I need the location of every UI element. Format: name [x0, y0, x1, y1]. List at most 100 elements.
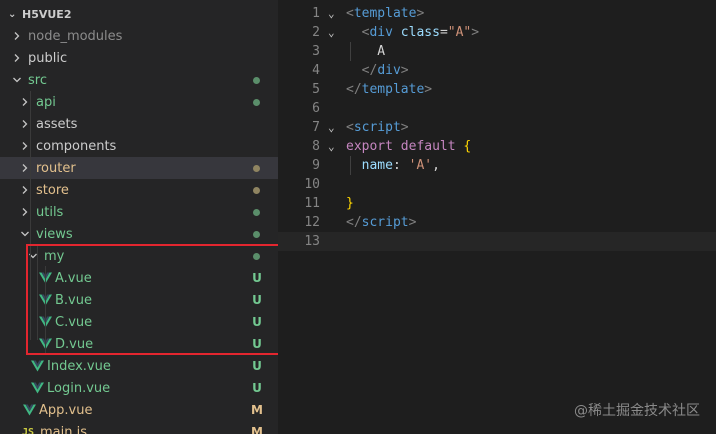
git-status-dot [253, 253, 260, 260]
explorer-root-header[interactable]: ⌄ H5VUE2 [8, 6, 71, 24]
file-tree-label: router [36, 160, 76, 176]
file-tree-label: App.vue [39, 402, 93, 418]
code-line[interactable]: 13 [278, 232, 716, 251]
git-status-dot [253, 77, 260, 84]
line-number: 3 [312, 44, 320, 59]
file-tree-label: api [36, 94, 56, 110]
line-number: 4 [312, 63, 320, 78]
code-line[interactable]: 9 name: 'A', [278, 156, 716, 175]
code-text: </div> [361, 63, 409, 78]
code-line[interactable]: 12 </script> [278, 213, 716, 232]
line-number: 8 [312, 139, 320, 154]
file-login-vue[interactable]: Login.vue U [0, 377, 278, 399]
code-editor[interactable]: 1 ⌄ <template> 2 ⌄ <div class="A"> 3 A4 </div… [278, 0, 716, 434]
code-line[interactable]: 10 [278, 175, 716, 194]
folder-assets[interactable]: assets [0, 113, 278, 135]
file-tree-label: Index.vue [47, 358, 111, 374]
git-status-dot [253, 231, 260, 238]
js-file-icon: JS [22, 426, 35, 434]
git-status-badge: U [252, 359, 262, 373]
code-line[interactable]: 6 [278, 99, 716, 118]
chevron-right-icon[interactable] [10, 53, 24, 63]
file-tree-label: utils [36, 204, 64, 220]
fold-chevron-icon[interactable]: ⌄ [328, 23, 340, 42]
folder-my[interactable]: my [0, 245, 278, 267]
code-text: export default { [346, 139, 472, 154]
chevron-down-icon[interactable] [10, 75, 24, 85]
code-text: <script> [346, 120, 409, 135]
code-text: } [346, 196, 354, 211]
folder-router[interactable]: router [0, 157, 278, 179]
line-number: 9 [312, 158, 320, 173]
file-a-vue[interactable]: A.vue U [0, 267, 278, 289]
line-number: 10 [304, 177, 320, 192]
git-status-dot [253, 99, 260, 106]
folder-public[interactable]: public [0, 47, 278, 69]
file-tree-label: public [28, 50, 68, 66]
line-number: 2 [312, 25, 320, 40]
folder-src[interactable]: src [0, 69, 278, 91]
file-tree-label: Login.vue [47, 380, 111, 396]
code-line[interactable]: 8 ⌄ export default { [278, 137, 716, 156]
file-tree-label: main.js [40, 424, 87, 434]
folder-components[interactable]: components [0, 135, 278, 157]
code-text: name: 'A', [361, 158, 440, 173]
explorer-sidebar: ⌄ H5VUE2 node_modulespublic src api assets c… [0, 0, 278, 434]
line-number: 5 [312, 82, 320, 97]
indent-guide [45, 266, 46, 354]
folder-store[interactable]: store [0, 179, 278, 201]
fold-chevron-icon[interactable]: ⌄ [328, 118, 340, 137]
git-status-badge: U [252, 337, 262, 351]
file-app-vue[interactable]: App.vue M [0, 399, 278, 421]
file-index-vue[interactable]: Index.vue U [0, 355, 278, 377]
file-tree-label: C.vue [55, 314, 93, 330]
git-status-dot [253, 209, 260, 216]
fold-chevron-icon[interactable]: ⌄ [328, 137, 340, 156]
code-line[interactable]: 4 </div> [278, 61, 716, 80]
file-tree-label: store [36, 182, 69, 198]
folder-api[interactable]: api [0, 91, 278, 113]
indent-guide [350, 42, 351, 61]
line-number: 13 [304, 234, 320, 249]
git-status-dot [253, 165, 260, 172]
git-status-badge: U [252, 271, 262, 285]
file-tree-label: D.vue [55, 336, 94, 352]
folder-utils[interactable]: utils [0, 201, 278, 223]
code-text: </template> [346, 82, 433, 97]
file-main-js[interactable]: JS main.js M [0, 421, 278, 434]
file-tree-label: components [36, 138, 117, 154]
file-tree-label: src [28, 72, 47, 88]
code-line[interactable]: 2 ⌄ <div class="A"> [278, 23, 716, 42]
indent-guide [30, 91, 31, 340]
file-tree-label: A.vue [55, 270, 92, 286]
line-number: 1 [312, 6, 320, 21]
code-line[interactable]: 11} [278, 194, 716, 213]
file-c-vue[interactable]: C.vue U [0, 311, 278, 333]
chevron-right-icon[interactable] [10, 31, 24, 41]
fold-chevron-icon[interactable]: ⌄ [328, 4, 340, 23]
folder-node-modules[interactable]: node_modules [0, 25, 278, 47]
indent-guide [37, 244, 38, 340]
code-line[interactable]: 3 A [278, 42, 716, 61]
git-status-badge: U [252, 381, 262, 395]
file-tree-label: node_modules [28, 28, 123, 44]
line-number: 12 [304, 215, 320, 230]
file-tree-label: B.vue [55, 292, 92, 308]
git-status-badge: M [251, 425, 263, 434]
code-text: A [346, 44, 386, 59]
folder-views[interactable]: views [0, 223, 278, 245]
code-text: </script> [346, 215, 417, 230]
code-line[interactable]: 1 ⌄ <template> [278, 4, 716, 23]
code-line[interactable]: 5 </template> [278, 80, 716, 99]
file-d-vue[interactable]: D.vue U [0, 333, 278, 355]
file-b-vue[interactable]: B.vue U [0, 289, 278, 311]
vue-file-icon [30, 382, 44, 394]
code-text: <template> [346, 6, 425, 21]
git-status-badge: U [252, 315, 262, 329]
watermark: @稀土掘金技术社区 [574, 403, 700, 419]
indent-guide [350, 156, 351, 175]
git-status-badge: U [252, 293, 262, 307]
code-line[interactable]: 7 ⌄ <script> [278, 118, 716, 137]
file-tree-label: views [36, 226, 73, 242]
line-number: 6 [312, 101, 320, 116]
